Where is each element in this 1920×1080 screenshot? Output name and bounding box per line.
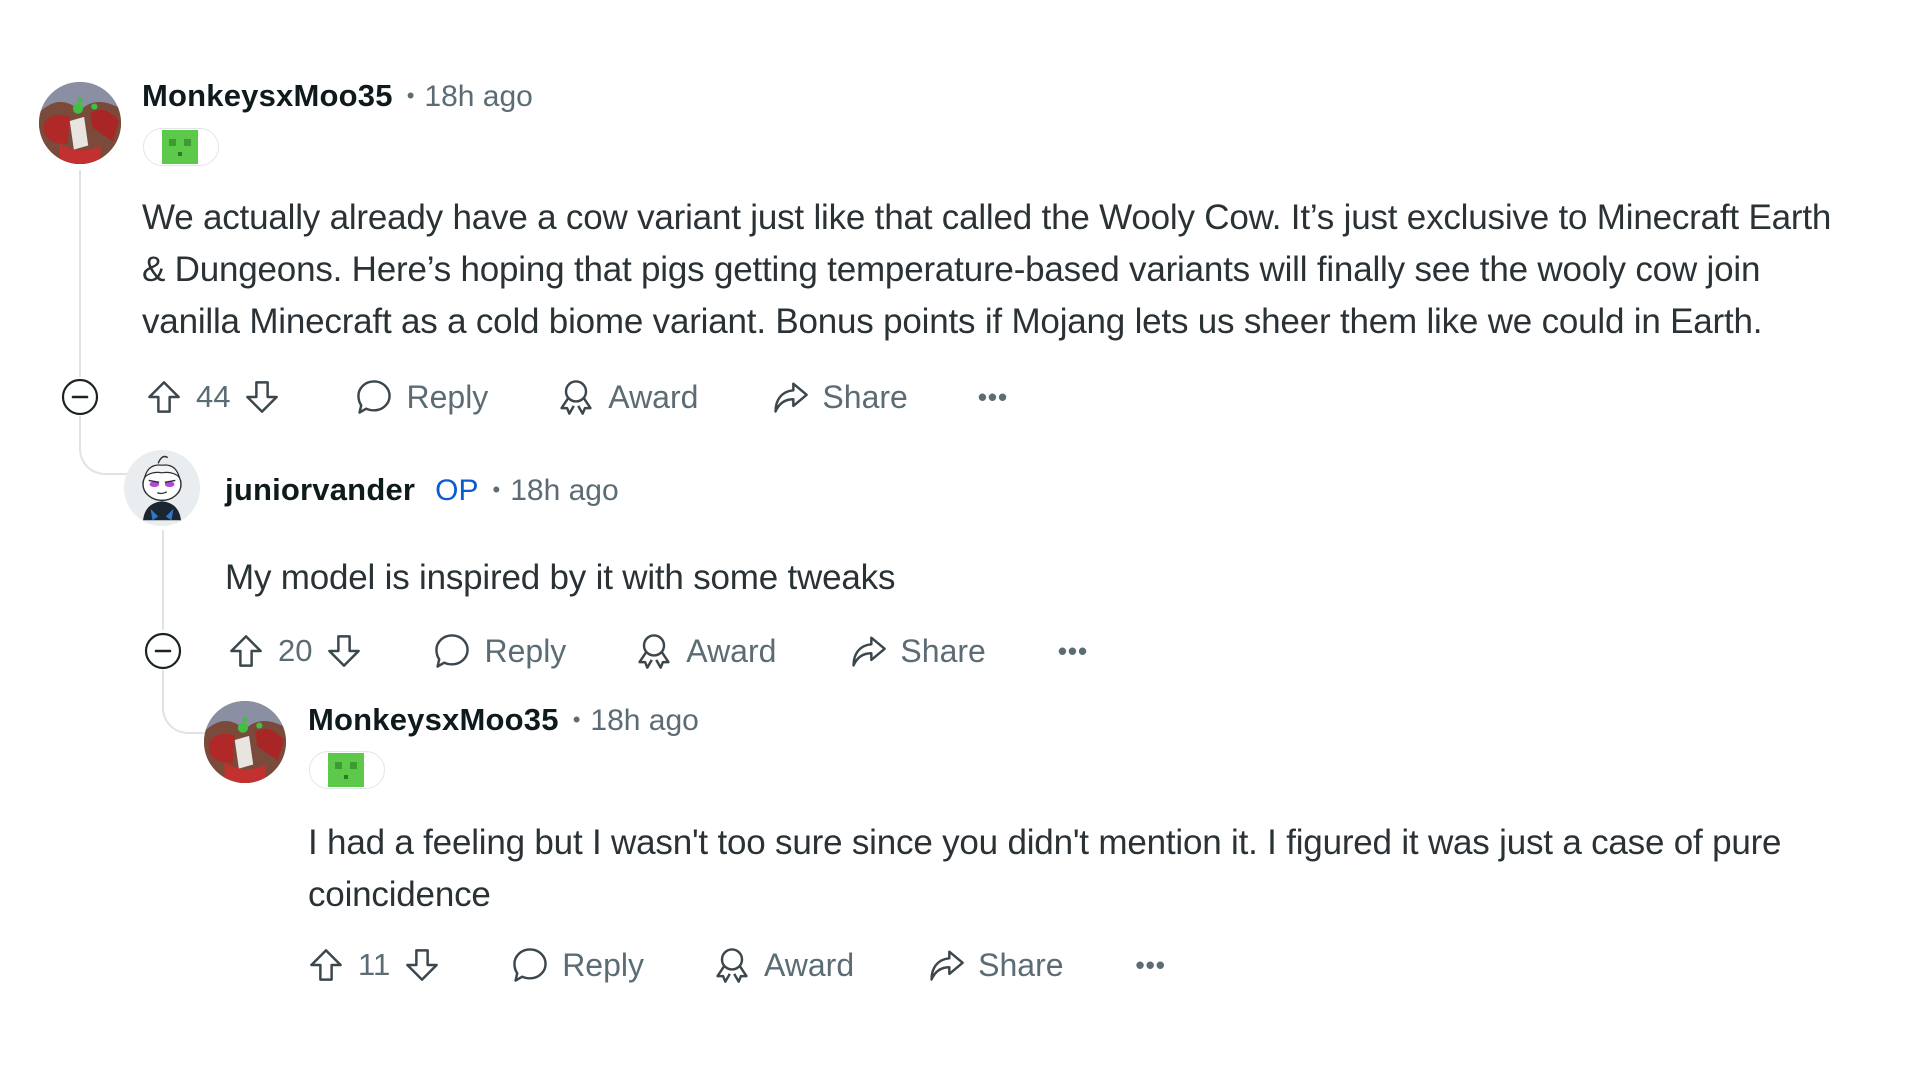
comment-body: I had a feeling but I wasn't too sure si…	[308, 817, 1782, 921]
user-flair	[143, 128, 219, 166]
more-options-button[interactable]: •••	[1058, 636, 1088, 667]
minecraft-slime-icon	[328, 753, 364, 787]
reply-button[interactable]: Reply	[510, 945, 644, 985]
reply-label: Reply	[406, 378, 489, 415]
comment-body-line: We actually already have a cow variant j…	[142, 198, 1832, 237]
user-avatar-image	[124, 450, 200, 526]
thread-connector-1	[79, 415, 127, 475]
downvote-icon	[244, 377, 280, 417]
reply-icon	[510, 945, 550, 985]
more-options-icon: •••	[1057, 635, 1089, 666]
collapse-thread-button[interactable]	[61, 378, 99, 416]
comment-body: We actually already have a cow variant j…	[142, 192, 1831, 348]
upvote-button[interactable]	[228, 631, 264, 671]
comment-body-line: & Dungeons. Here’s hoping that pigs gett…	[142, 250, 1761, 289]
comment-body: My model is inspired by it with some twe…	[225, 552, 895, 604]
comment-actions: 44 Reply Award Share •••	[146, 372, 1008, 422]
op-badge: OP	[435, 474, 479, 507]
more-options-icon: •••	[1135, 949, 1166, 980]
comment-actions: 20 Reply Award Share •••	[228, 626, 1088, 676]
username-link[interactable]: MonkeysxMoo35	[308, 702, 559, 738]
separator-dot: •	[406, 83, 415, 108]
thread-line-1	[79, 170, 81, 377]
thread-line-2	[162, 530, 164, 630]
upvote-icon	[308, 945, 344, 985]
separator-dot: •	[492, 477, 501, 502]
comment-actions: 11 Reply Award Share •••	[308, 940, 1166, 990]
comment-body-line: My model is inspired by it with some twe…	[225, 558, 896, 597]
reply-icon	[432, 631, 472, 671]
share-icon	[926, 945, 966, 985]
reply-button[interactable]: Reply	[354, 377, 488, 417]
comment-header: MonkeysxMoo35 • 18h ago	[308, 702, 699, 738]
vote-score: 44	[196, 379, 231, 414]
comment-header: MonkeysxMoo35 • 18h ago	[142, 78, 533, 114]
more-options-icon: •••	[977, 381, 1009, 412]
comment-header: juniorvander OP • 18h ago	[225, 472, 619, 508]
share-button[interactable]: Share	[848, 631, 986, 671]
share-label: Share	[822, 378, 908, 415]
award-button[interactable]: Award	[712, 945, 854, 985]
avatar[interactable]	[39, 82, 121, 164]
award-label: Award	[608, 378, 699, 415]
share-button[interactable]: Share	[770, 377, 908, 417]
award-label: Award	[764, 946, 855, 983]
more-options-button[interactable]: •••	[1136, 950, 1166, 981]
reply-icon	[354, 377, 394, 417]
share-button[interactable]: Share	[926, 945, 1064, 985]
user-flair	[309, 751, 385, 789]
share-icon	[770, 377, 810, 417]
reply-label: Reply	[484, 632, 567, 669]
vote-score: 20	[278, 633, 313, 668]
downvote-icon	[326, 631, 362, 671]
award-icon	[712, 945, 752, 985]
comment-body-line: vanilla Minecraft as a cold biome varian…	[142, 302, 1763, 341]
share-label: Share	[900, 632, 986, 669]
comment-body-line: coincidence	[308, 875, 491, 914]
separator-dot: •	[572, 707, 581, 732]
reply-button[interactable]: Reply	[432, 631, 566, 671]
timestamp[interactable]: 18h ago	[424, 80, 532, 114]
award-icon	[556, 377, 596, 417]
user-avatar-image	[39, 82, 121, 164]
minecraft-slime-icon	[162, 130, 198, 164]
more-options-button[interactable]: •••	[978, 382, 1008, 413]
upvote-icon	[228, 631, 264, 671]
downvote-icon	[404, 945, 440, 985]
avatar[interactable]	[124, 450, 200, 526]
comment-body-line: I had a feeling but I wasn't too sure si…	[308, 823, 1782, 862]
username-link[interactable]: MonkeysxMoo35	[142, 78, 393, 114]
share-label: Share	[978, 946, 1064, 983]
downvote-button[interactable]	[404, 945, 440, 985]
award-icon	[634, 631, 674, 671]
downvote-button[interactable]	[244, 377, 280, 417]
downvote-button[interactable]	[326, 631, 362, 671]
share-icon	[848, 631, 888, 671]
timestamp[interactable]: 18h ago	[590, 704, 698, 738]
timestamp[interactable]: 18h ago	[510, 474, 618, 508]
award-label: Award	[686, 632, 777, 669]
avatar[interactable]	[204, 701, 286, 783]
upvote-button[interactable]	[146, 377, 182, 417]
username-link[interactable]: juniorvander	[225, 472, 415, 508]
award-button[interactable]: Award	[634, 631, 776, 671]
vote-score: 11	[358, 947, 391, 982]
award-button[interactable]: Award	[556, 377, 698, 417]
upvote-button[interactable]	[308, 945, 344, 985]
upvote-icon	[146, 377, 182, 417]
reply-label: Reply	[562, 946, 644, 983]
collapse-thread-button[interactable]	[144, 632, 182, 670]
thread-connector-2	[162, 670, 208, 734]
user-avatar-image	[204, 701, 286, 783]
